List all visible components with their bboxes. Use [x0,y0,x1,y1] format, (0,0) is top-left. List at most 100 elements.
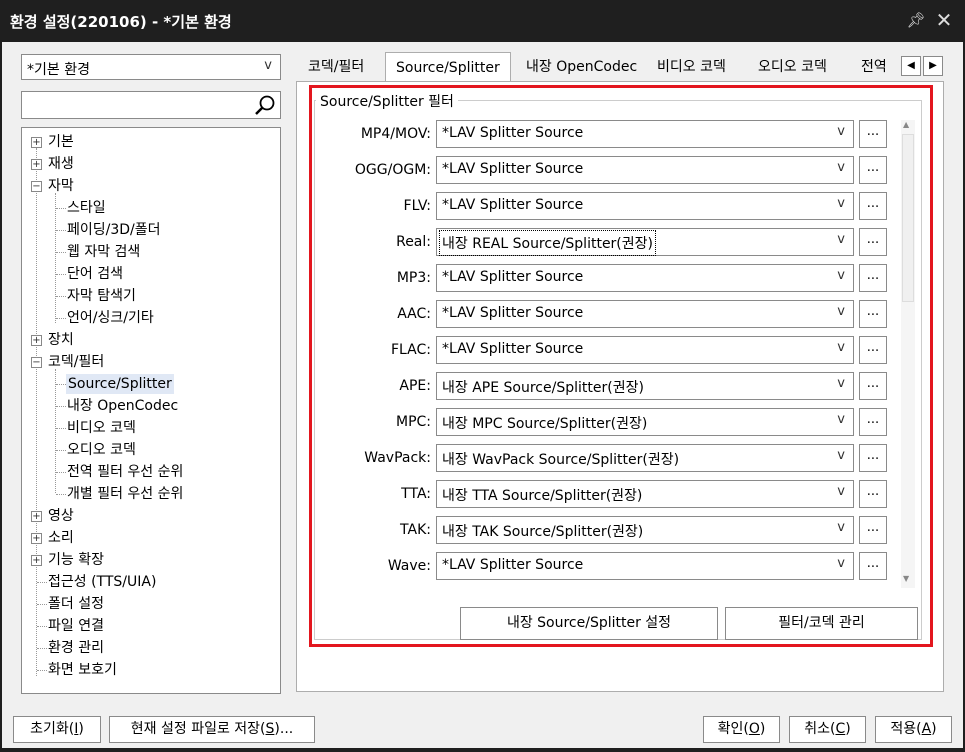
splitter-select-wavpack[interactable]: 내장 WavPack Source/Splitter(권장) v [436,444,854,472]
expand-icon[interactable]: + [31,511,42,522]
tree-item-extension[interactable]: 기능 확장 [48,550,104,570]
tree-item-fading[interactable]: 페이딩/3D/폴더 [67,220,161,240]
cancel-label: 취소( [804,721,836,737]
more-button[interactable]: ... [859,120,887,148]
more-button[interactable]: ... [859,552,887,580]
more-button[interactable]: ... [859,372,887,400]
expand-icon[interactable]: + [31,335,42,346]
tree-item-subtitle-explorer[interactable]: 자막 탐색기 [67,286,136,306]
save-settings-file-button[interactable]: 현재 설정 파일로 저장(S)... [109,716,315,743]
tree-item-file-assoc[interactable]: 파일 연결 [48,616,104,636]
more-button[interactable]: ... [859,192,887,220]
tree-item-codec-filter[interactable]: 코덱/필터 [48,352,104,372]
tree-line [37,670,47,671]
tab-global[interactable]: 전역 [851,54,897,80]
collapse-icon[interactable]: − [31,181,42,192]
more-button[interactable]: ... [859,480,887,508]
row-label-wave: Wave: [387,558,431,574]
tree-line [37,626,47,627]
window-title: 환경 설정(220106) - *기본 환경 [10,13,232,31]
select-value: 내장 MPC Source/Splitter(권장) [442,416,648,432]
tab-video-codec[interactable]: 비디오 코덱 [647,54,736,80]
tree-item-style[interactable]: 스타일 [67,198,106,218]
tree-item-device[interactable]: 장치 [48,330,74,350]
tab-source-splitter[interactable]: Source/Splitter [385,52,511,83]
filter-codec-manage-button[interactable]: 필터/코덱 관리 [725,607,918,640]
search-icon[interactable] [254,94,276,116]
scroll-thumb[interactable] [902,134,914,302]
chevron-down-icon: v [837,304,845,319]
reset-button[interactable]: 초기화(I) [13,716,101,743]
tree-item-accessibility[interactable]: 접근성 (TTS/UIA) [48,572,156,592]
tree-item-individual-priority[interactable]: 개별 필터 우선 순위 [67,484,183,504]
select-value: 내장 APE Source/Splitter(권장) [442,380,644,396]
select-value: *LAV Splitter Source [442,125,584,141]
profile-select[interactable]: *기본 환경 v [21,54,281,80]
tab-codec-filter[interactable]: 코덱/필터 [298,54,374,80]
tab-scroll-left-icon[interactable]: ◀ [901,56,921,76]
tree-line [37,582,47,583]
tree-item-playback[interactable]: 재생 [48,154,74,174]
more-button[interactable]: ... [859,444,887,472]
panel-scrollbar[interactable]: ▲ ▼ [901,120,915,588]
more-button[interactable]: ... [859,156,887,184]
tree-item-env-manage[interactable]: 환경 관리 [48,638,104,658]
more-button[interactable]: ... [859,408,887,436]
expand-icon[interactable]: + [31,137,42,148]
splitter-select-mpc[interactable]: 내장 MPC Source/Splitter(권장) v [436,408,854,436]
cancel-accesskey: C [835,721,846,737]
tree-item-language-sync[interactable]: 언어/싱크/기타 [67,308,154,328]
tree-item-opencodec[interactable]: 내장 OpenCodec [67,396,178,416]
more-button[interactable]: ... [859,516,887,544]
collapse-icon[interactable]: − [31,357,42,368]
tree-item-folder[interactable]: 폴더 설정 [48,594,104,614]
splitter-select-mp4[interactable]: *LAV Splitter Source v [436,120,854,148]
tree-item-basic[interactable]: 기본 [48,132,74,152]
ok-button[interactable]: 확인(O) [703,716,780,743]
select-value: 내장 TAK Source/Splitter(권장) [442,524,644,540]
pin-icon[interactable]: 📌︎ [906,10,926,30]
reset-tail: ) [78,721,84,737]
more-button[interactable]: ... [859,336,887,364]
tree-item-video-codec[interactable]: 비디오 코덱 [67,418,136,438]
expand-icon[interactable]: + [31,533,42,544]
close-icon[interactable]: ✕ [934,9,954,31]
tab-scroll-right-icon[interactable]: ▶ [923,56,943,76]
select-value: 내장 WavPack Source/Splitter(권장) [442,452,680,468]
more-button[interactable]: ... [859,300,887,328]
tree-item-web-subtitle[interactable]: 웹 자막 검색 [67,242,140,262]
scroll-up-icon[interactable]: ▲ [903,120,909,129]
select-value: 내장 TTA Source/Splitter(권장) [442,488,643,504]
splitter-select-wave[interactable]: *LAV Splitter Source v [436,552,854,580]
tree-item-source-splitter[interactable]: Source/Splitter [66,374,174,394]
splitter-select-mp3[interactable]: *LAV Splitter Source v [436,264,854,292]
more-button[interactable]: ... [859,228,887,256]
expand-icon[interactable]: + [31,555,42,566]
splitter-select-tta[interactable]: 내장 TTA Source/Splitter(권장) v [436,480,854,508]
splitter-select-aac[interactable]: *LAV Splitter Source v [436,300,854,328]
tree-item-subtitle[interactable]: 자막 [48,176,74,196]
tab-opencodec[interactable]: 내장 OpenCodec [516,54,647,80]
internal-splitter-settings-button[interactable]: 내장 Source/Splitter 설정 [460,607,718,640]
splitter-select-tak[interactable]: 내장 TAK Source/Splitter(권장) v [436,516,854,544]
splitter-select-ogg[interactable]: *LAV Splitter Source v [436,156,854,184]
settings-search-input[interactable] [21,91,281,119]
splitter-select-ape[interactable]: 내장 APE Source/Splitter(권장) v [436,372,854,400]
profile-value: *기본 환경 [27,62,90,78]
ok-label: 확인( [717,721,749,737]
tree-item-sound[interactable]: 소리 [48,528,74,548]
expand-icon[interactable]: + [31,159,42,170]
splitter-select-flac[interactable]: *LAV Splitter Source v [436,336,854,364]
splitter-select-real[interactable]: 내장 REAL Source/Splitter(권장) v [436,228,854,256]
apply-button[interactable]: 적용(A) [875,716,952,743]
tab-audio-codec[interactable]: 오디오 코덱 [748,54,837,80]
more-button[interactable]: ... [859,264,887,292]
tree-item-video[interactable]: 영상 [48,506,74,526]
tree-item-word-search[interactable]: 단어 검색 [67,264,123,284]
tree-item-audio-codec[interactable]: 오디오 코덱 [67,440,136,460]
tree-item-screensaver[interactable]: 화면 보호기 [48,660,117,680]
scroll-down-icon[interactable]: ▼ [903,574,909,583]
cancel-button[interactable]: 취소(C) [789,716,866,743]
splitter-select-flv[interactable]: *LAV Splitter Source v [436,192,854,220]
tree-item-global-priority[interactable]: 전역 필터 우선 순위 [67,462,183,482]
